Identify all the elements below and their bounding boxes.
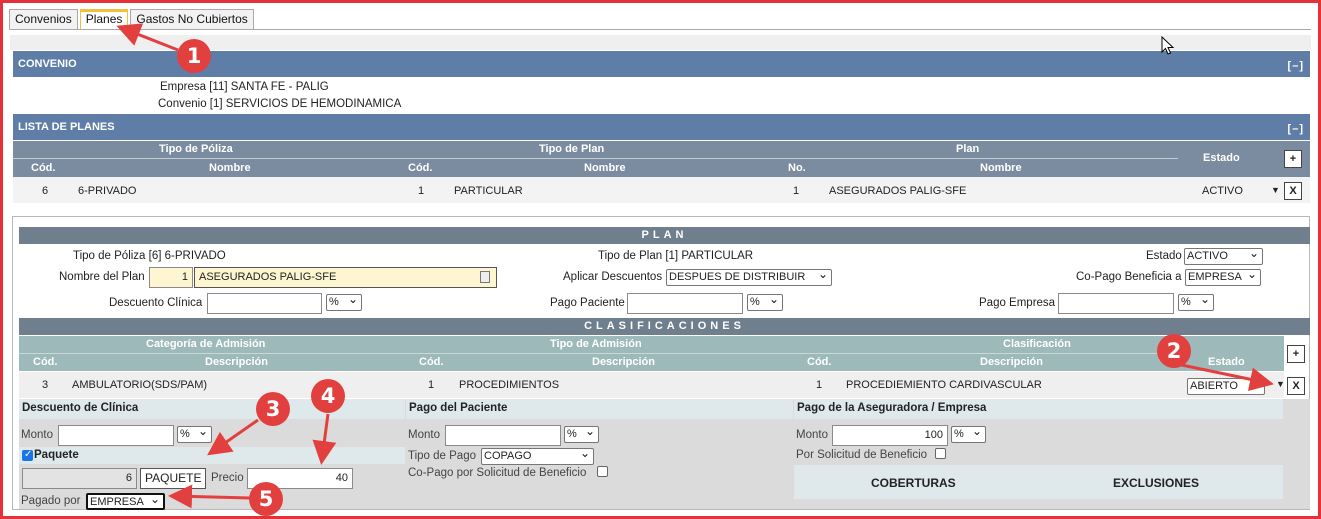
paquete-checkbox[interactable] xyxy=(22,449,33,461)
row-expand-caret[interactable]: ▼ xyxy=(1271,185,1280,195)
desc-monto-input[interactable] xyxy=(58,425,174,446)
main-content: CONVENIO [–] Empresa [11] SANTA FE - PAL… xyxy=(10,30,1311,510)
callout-2: 2 xyxy=(1157,334,1191,368)
aplicar-descuentos-select[interactable]: DESPUES DE DISTRIBUIR xyxy=(666,269,832,286)
copago-beneficia-label: Co-Pago Beneficia a xyxy=(1076,271,1182,283)
desc-monto-pct-select[interactable]: % xyxy=(177,426,212,443)
pago-paciente-label: Pago Paciente xyxy=(550,297,625,309)
header-nombre-2: Nombre xyxy=(584,162,626,174)
header-cod-2: Cód. xyxy=(408,162,433,174)
delete-clasificacion-button[interactable]: X xyxy=(1287,377,1305,395)
header-nombre-3: Nombre xyxy=(980,162,1022,174)
coberturas-link[interactable]: COBERTURAS xyxy=(871,476,956,490)
descuento-clinica-title: Descuento de Clínica xyxy=(19,399,405,419)
copago-solicitud-label: Co-Pago por Solicitud de Beneficio xyxy=(408,467,587,479)
nombre-plan-value: ASEGURADOS PALIG-SFE xyxy=(199,271,337,283)
pago-aseguradora-title: Pago de la Aseguradora / Empresa xyxy=(794,399,1283,419)
mouse-cursor-icon xyxy=(1161,36,1175,55)
lookup-icon[interactable] xyxy=(480,271,490,283)
coberturas-exclusiones-bar: COBERTURAS EXCLUSIONES xyxy=(794,465,1283,499)
convenio-empresa: Empresa [11] SANTA FE - PALIG xyxy=(160,81,329,93)
tab-gastos-no-cubiertos[interactable]: Gastos No Cubiertos xyxy=(130,9,254,29)
lista-planes-table-header: Tipo de Póliza Tipo de Plan Plan Cód. No… xyxy=(13,141,1178,177)
pago-paciente-input[interactable] xyxy=(627,293,743,314)
lista-planes-collapse-button[interactable]: [–] xyxy=(1288,116,1304,142)
callout-4: 4 xyxy=(311,379,345,413)
paciente-monto-pct-select[interactable]: % xyxy=(564,426,599,443)
convenio-collapse-button[interactable]: [–] xyxy=(1288,53,1304,79)
solicitud-beneficio-checkbox[interactable] xyxy=(935,448,946,459)
callout-3: 3 xyxy=(256,392,290,426)
convenio-title: CONVENIO xyxy=(18,58,77,70)
lista-planes-title: LISTA DE PLANES xyxy=(18,121,115,133)
plan-estado-value: ACTIVO xyxy=(1202,185,1243,197)
lista-planes-header: LISTA DE PLANES [–] xyxy=(13,114,1310,140)
nombre-plan-number: 1 xyxy=(149,267,193,288)
copago-solicitud-checkbox[interactable] xyxy=(597,466,608,477)
add-clasificacion-button[interactable]: + xyxy=(1287,345,1305,363)
callout-1: 1 xyxy=(177,39,211,73)
plan-section-title: PLAN xyxy=(19,227,1310,244)
descuento-clinica-pct-select[interactable]: % xyxy=(326,294,362,311)
exclusiones-link[interactable]: EXCLUSIONES xyxy=(1113,476,1199,490)
paciente-monto-label: Monto xyxy=(408,429,440,441)
paciente-monto-input[interactable] xyxy=(445,425,561,446)
header-cod-1: Cód. xyxy=(31,162,56,174)
descuento-clinica-input[interactable] xyxy=(207,293,322,314)
plan-tipo-plan: Tipo de Plan [1] PARTICULAR xyxy=(598,250,754,262)
clasificaciones-table-header: Categoría de Admisión Tipo de Admisión C… xyxy=(19,336,1182,371)
tab-planes[interactable]: Planes xyxy=(79,9,129,29)
row-expand-caret[interactable]: ▼ xyxy=(1276,379,1285,389)
plan-panel: PLAN Tipo de Póliza [6] 6-PRIVADO Tipo d… xyxy=(12,216,1310,510)
pago-paciente-pct-select[interactable]: % xyxy=(747,294,783,311)
nombre-plan-input[interactable]: ASEGURADOS PALIG-SFE xyxy=(194,267,497,288)
clasificaciones-section-title: CLASIFICACIONES xyxy=(19,318,1310,335)
nombre-plan-label: Nombre del Plan xyxy=(59,271,145,283)
descuento-clinica-label: Descuento Clínica xyxy=(109,297,203,309)
convenio-convenio: Convenio [1] SERVICIOS DE HEMODINAMICA xyxy=(158,98,402,110)
desc-monto-label: Monto xyxy=(21,429,53,441)
aseg-monto-label: Monto xyxy=(796,429,828,441)
tipo-pago-select[interactable]: COPAGO xyxy=(481,448,594,465)
aseg-monto-input[interactable]: 100 xyxy=(832,425,948,446)
header-tipo-plan: Tipo de Plan xyxy=(539,143,605,155)
pago-empresa-label: Pago Empresa xyxy=(979,297,1056,309)
pago-empresa-input[interactable] xyxy=(1058,293,1174,314)
pagado-por-select[interactable]: EMPRESA xyxy=(86,493,165,510)
copago-beneficia-select[interactable]: EMPRESA xyxy=(1185,269,1261,286)
add-plan-button[interactable]: + xyxy=(1284,150,1302,168)
header-nombre-1: Nombre xyxy=(209,162,251,174)
precio-label: Precio xyxy=(211,472,244,484)
tab-convenios[interactable]: Convenios xyxy=(9,9,78,29)
delete-plan-button[interactable]: X xyxy=(1284,182,1302,200)
plan-estado-select[interactable]: ACTIVO xyxy=(1184,248,1263,265)
solicitud-beneficio-label: Por Solicitud de Beneficio xyxy=(796,449,928,461)
aseg-monto-pct-select[interactable]: % xyxy=(951,426,986,443)
paquete-label: Paquete xyxy=(34,449,79,461)
paquete-button[interactable]: PAQUETE xyxy=(140,468,206,489)
pagado-por-label: Pagado por xyxy=(21,495,81,507)
pago-paciente-title: Pago del Paciente xyxy=(406,399,793,419)
clasificaciones-estado-header: Estado xyxy=(1182,336,1284,371)
tab-bar: Convenios Planes Gastos No Cubiertos xyxy=(9,9,256,29)
callout-5: 5 xyxy=(249,482,283,516)
aplicar-descuentos-label: Aplicar Descuentos xyxy=(563,271,663,283)
paquete-number: 6 xyxy=(22,468,137,489)
plan-tipo-poliza: Tipo de Póliza [6] 6-PRIVADO xyxy=(73,250,226,262)
clasificacion-estado-select[interactable]: ABIERTO xyxy=(1187,378,1265,395)
header-tipo-poliza: Tipo de Póliza xyxy=(159,143,233,155)
lista-estado-header: Estado xyxy=(1178,141,1282,177)
table-row[interactable]: 3 AMBULATORIO(SDS/PAM) 1 PROCEDIMIENTOS … xyxy=(19,372,1285,398)
plan-estado-label: Estado xyxy=(1146,250,1182,262)
tipo-pago-label: Tipo de Pago xyxy=(408,450,476,462)
header-no: No. xyxy=(788,162,806,174)
header-plan: Plan xyxy=(956,143,980,155)
pago-empresa-pct-select[interactable]: % xyxy=(1178,294,1214,311)
table-row[interactable]: 6 6-PRIVADO 1 PARTICULAR 1 ASEGURADOS PA… xyxy=(13,177,1310,203)
